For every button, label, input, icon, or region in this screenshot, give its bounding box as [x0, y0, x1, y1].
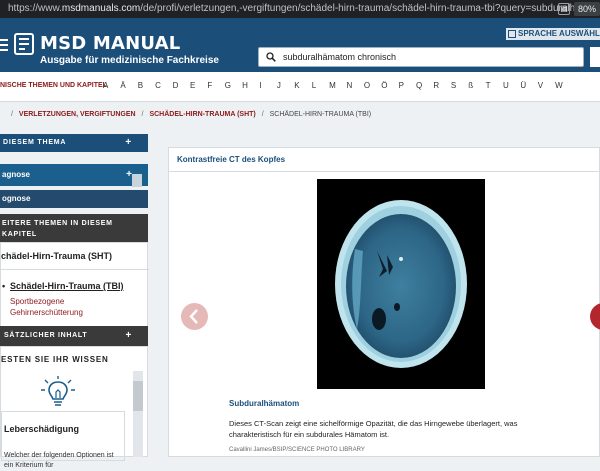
search-input[interactable] — [283, 50, 573, 64]
alphabet-letter[interactable]: C — [155, 81, 172, 90]
sidebar-item-prognose[interactable]: ognose — [0, 190, 148, 208]
quiz-panel: ESTEN SIE IHR WISSEN Leberschädigung Wel… — [0, 346, 148, 469]
breadcrumb-separator: / — [141, 111, 144, 118]
url-scheme: https://www. — [8, 3, 62, 14]
previous-image-button[interactable] — [181, 303, 208, 330]
url-host: msdmanuals.com — [61, 3, 141, 14]
breadcrumb-separator: / — [11, 111, 13, 118]
alphabet-letter[interactable]: S — [451, 81, 468, 90]
sidebar-related-topics: chädel-Hirn-Trauma (SHT) Schädel-Hirn-Tr… — [0, 242, 149, 328]
sidebar-item-label: ognose — [2, 194, 31, 203]
divider — [169, 171, 600, 172]
image-credit: Cavallini James/BSIP/SCIENCE PHOTO LIBRA… — [229, 447, 365, 453]
alphabet-letter[interactable]: A — [103, 81, 120, 90]
alphabet-index-bar: NISCHE THEMEN UND KAPITEL AÄBCDEFGHIJKLM… — [0, 72, 600, 102]
quiz-scrollbar-thumb[interactable] — [133, 381, 143, 411]
next-image-button[interactable] — [590, 303, 600, 330]
language-button-label: SPRACHE AUSWÄHLEN — [518, 29, 600, 38]
alphabet-letter[interactable]: Ä — [120, 81, 137, 90]
divider — [1, 269, 149, 270]
breadcrumb-sht[interactable]: SCHÄDEL-HIRN-TRAUMA (SHT) — [149, 111, 255, 118]
media-title: Kontrastfreie CT des Kopfes — [177, 155, 286, 164]
site-header: MSD MANUAL Ausgabe für medizinische Fach… — [0, 18, 600, 72]
sidebar-parent-topic[interactable]: chädel-Hirn-Trauma (SHT) — [1, 251, 112, 261]
quiz-title: ESTEN SIE IHR WISSEN — [1, 355, 109, 364]
expand-plus-icon[interactable]: + — [125, 134, 132, 152]
chevron-left-icon — [189, 309, 198, 324]
chevron-right-icon — [590, 303, 600, 330]
quiz-card[interactable]: Leberschädigung Welcher der folgenden Op… — [1, 411, 125, 469]
sidebar-item-diagnose[interactable]: agnose + — [0, 164, 148, 186]
alphabet-letter[interactable]: D — [173, 81, 190, 90]
alphabet-letter[interactable]: Q — [416, 81, 433, 90]
msd-logo-icon — [14, 33, 34, 55]
quiz-card-question: Welcher der folgenden Optionen ist ein K… — [4, 452, 114, 469]
breadcrumb: / VERLETZUNGEN, VERGIFTUNGEN / SCHÄDEL-H… — [0, 102, 600, 128]
alphabet-letter[interactable]: O — [364, 81, 381, 90]
search-icon — [266, 52, 276, 62]
alphabet-letter[interactable]: H — [242, 81, 259, 90]
globe-icon — [508, 30, 516, 38]
alphabet-letter[interactable]: T — [486, 81, 503, 90]
alphabet-letter[interactable]: M — [329, 81, 346, 90]
alphabet-letter[interactable]: U — [503, 81, 520, 90]
alphabet-letter[interactable]: Ö — [381, 81, 398, 90]
alphabet-letter[interactable]: E — [190, 81, 207, 90]
quiz-card-title: Leberschädigung — [4, 424, 80, 434]
caption-title: Subduralhämatom — [229, 399, 300, 408]
sidebar-extra-label: SÄTZLICHER INHALT — [4, 332, 88, 339]
alphabet-letter[interactable]: ß — [468, 81, 485, 90]
alphabet-letter[interactable]: Ü — [520, 81, 537, 90]
breadcrumb-separator: / — [261, 111, 264, 118]
zoom-level[interactable]: 80% — [574, 2, 600, 16]
alphabet-letter[interactable]: K — [294, 81, 311, 90]
sidebar-extra-content-header[interactable]: SÄTZLICHER INHALT + — [0, 326, 148, 346]
quiz-scrollbar[interactable] — [133, 371, 143, 457]
alphabet-letter[interactable]: N — [346, 81, 363, 90]
alphabet-letter[interactable]: I — [260, 81, 277, 90]
menu-icon[interactable] — [0, 39, 8, 52]
alphabet-letter[interactable]: J — [277, 81, 294, 90]
caption-text: Dieses CT-Scan zeigt eine sichelförmige … — [229, 419, 518, 439]
breadcrumb-current: SCHÄDEL-HIRN-TRAUMA (TBI) — [269, 111, 372, 118]
media-card: Kontrastfreie CT des Kopfes Subduralhäma… — [168, 147, 600, 457]
lightbulb-icon — [41, 376, 75, 406]
sidebar-item-label: agnose — [2, 170, 31, 179]
ct-scan-image[interactable] — [317, 179, 485, 389]
alphabet-letter[interactable]: G — [225, 81, 242, 90]
search-box[interactable] — [258, 47, 584, 67]
sidebar-in-topic-header[interactable]: DIESEM THEMA + — [0, 134, 148, 152]
sidebar-in-topic-label: DIESEM THEMA — [3, 139, 67, 146]
reader-mode-icon[interactable]: ▤ — [558, 3, 570, 15]
breadcrumb-injuries[interactable]: VERLETZUNGEN, VERGIFTUNGEN — [19, 111, 136, 118]
browser-url-bar[interactable]: https://www.msdmanuals.com/de/profi/verl… — [0, 0, 600, 18]
sidebar-related-topic[interactable]: Sportbezogene Gehirnerschütterung — [10, 296, 120, 318]
sidebar-current-topic[interactable]: Schädel-Hirn-Trauma (TBI) — [2, 281, 124, 291]
sidebar-scrollbar-thumb[interactable] — [132, 174, 142, 187]
brand-tagline: Ausgabe für medizinische Fachkreise — [40, 55, 219, 66]
search-submit-button[interactable] — [590, 47, 600, 67]
sidebar: DIESEM THEMA + agnose + ognose EITERE TH… — [0, 134, 149, 469]
alphabet-letter[interactable]: R — [433, 81, 450, 90]
alphabet-letter[interactable]: P — [399, 81, 416, 90]
language-select-button[interactable]: SPRACHE AUSWÄHLEN — [506, 28, 600, 40]
url-path: /de/profi/verletzungen,-vergiftungen/sch… — [140, 3, 600, 14]
alphabet-letter[interactable]: B — [138, 81, 155, 90]
sidebar-more-topics-header: EITERE THEMEN IN DIESEM KAPITEL — [0, 214, 148, 242]
alphabet-letter[interactable]: W — [555, 81, 572, 90]
alphabet-letter[interactable]: L — [312, 81, 329, 90]
brand-title[interactable]: MSD MANUAL — [40, 34, 180, 54]
topics-chapters-link[interactable]: NISCHE THEMEN UND KAPITEL — [0, 82, 107, 89]
expand-plus-icon[interactable]: + — [125, 326, 132, 346]
alphabet-letter[interactable]: V — [538, 81, 555, 90]
alphabet-letter[interactable]: F — [207, 81, 224, 90]
alphabet-letters: AÄBCDEFGHIJKLMNOÖPQRSßTUÜVW — [103, 81, 573, 90]
